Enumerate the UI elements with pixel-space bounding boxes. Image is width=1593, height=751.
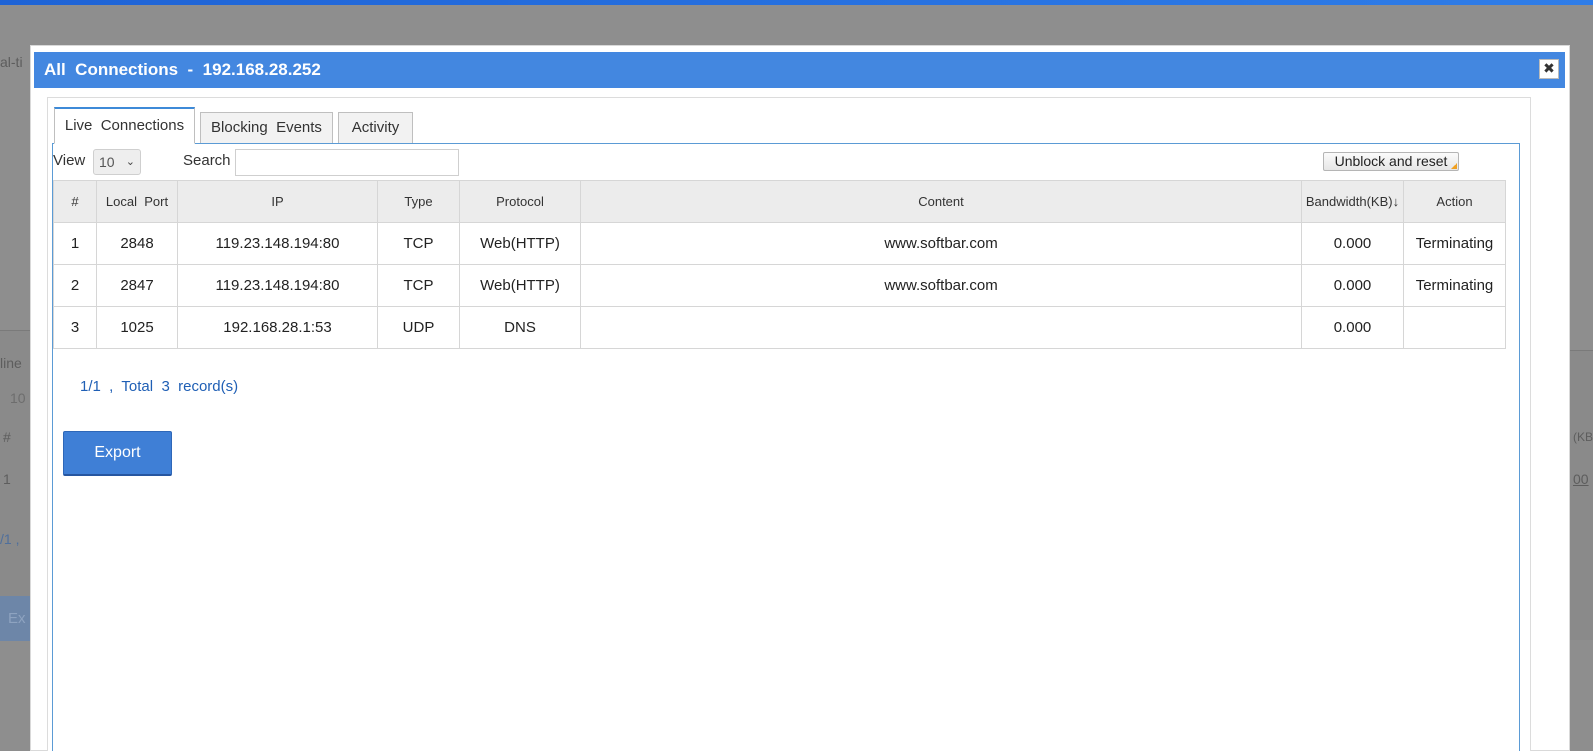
cell-local-port: 2847 <box>96 264 178 307</box>
dialog-title: All Connections - 192.168.28.252 <box>44 60 321 79</box>
cell-ip: 119.23.148.194:80 <box>177 222 378 265</box>
background-export-button: Ex <box>0 596 30 641</box>
column-header-bandwidth[interactable]: Bandwidth(KB)↓ <box>1301 180 1404 223</box>
cell-content <box>580 306 1302 349</box>
table-header-row: # Local Port IP Type Protocol Content Ba… <box>53 180 1506 223</box>
background-label: 10 <box>10 390 26 406</box>
resize-corner-icon <box>1451 163 1457 169</box>
column-header-ip[interactable]: IP <box>177 180 378 223</box>
background-label: 00 <box>1573 471 1589 487</box>
background-label: # <box>3 429 11 445</box>
table-row[interactable]: 2 2847 119.23.148.194:80 TCP Web(HTTP) w… <box>53 264 1506 307</box>
cell-bandwidth: 0.000 <box>1301 222 1404 265</box>
connections-dialog: All Connections - 192.168.28.252 ✖ Live … <box>30 45 1570 751</box>
cell-action <box>1403 306 1506 349</box>
cell-local-port: 1025 <box>96 306 178 349</box>
dialog-titlebar: All Connections - 192.168.28.252 ✖ <box>34 52 1565 88</box>
view-select-value: 10 <box>99 154 115 170</box>
search-input[interactable] <box>235 149 459 176</box>
cell-content: www.softbar.com <box>580 222 1302 265</box>
cell-type: TCP <box>377 222 460 265</box>
cell-local-port: 2848 <box>96 222 178 265</box>
background-label: /1 , <box>0 531 20 547</box>
column-header-content[interactable]: Content <box>580 180 1302 223</box>
view-label: View <box>53 152 86 169</box>
connections-table: # Local Port IP Type Protocol Content Ba… <box>53 180 1506 349</box>
column-header-type[interactable]: Type <box>377 180 460 223</box>
table-row[interactable]: 1 2848 119.23.148.194:80 TCP Web(HTTP) w… <box>53 222 1506 265</box>
unblock-and-reset-button[interactable]: Unblock and reset <box>1323 152 1459 171</box>
search-label: Search <box>183 152 231 169</box>
cell-protocol: DNS <box>459 306 581 349</box>
cell-protocol: Web(HTTP) <box>459 222 581 265</box>
cell-ip: 119.23.148.194:80 <box>177 264 378 307</box>
export-button[interactable]: Export <box>63 431 172 476</box>
cell-action: Terminating <box>1403 264 1506 307</box>
cell-protocol: Web(HTTP) <box>459 264 581 307</box>
background-label: (KB)↓ <box>1573 430 1593 444</box>
chevron-down-icon: ⌄ <box>125 156 135 168</box>
tab-live-connections[interactable]: Live Connections <box>54 107 195 144</box>
cell-content: www.softbar.com <box>580 264 1302 307</box>
cell-bandwidth: 0.000 <box>1301 264 1404 307</box>
column-header-action[interactable]: Action <box>1403 180 1506 223</box>
close-icon[interactable]: ✖ <box>1539 59 1559 79</box>
column-header-protocol[interactable]: Protocol <box>459 180 581 223</box>
unblock-button-label: Unblock and reset <box>1334 153 1448 169</box>
cell-action: Terminating <box>1403 222 1506 265</box>
cell-number: 1 <box>53 222 97 265</box>
cell-ip: 192.168.28.1:53 <box>177 306 378 349</box>
cell-type: TCP <box>377 264 460 307</box>
cell-bandwidth: 0.000 <box>1301 306 1404 349</box>
cell-number: 2 <box>53 264 97 307</box>
column-header-local-port[interactable]: Local Port <box>96 180 178 223</box>
tab-blocking-events[interactable]: Blocking Events <box>200 112 333 144</box>
table-row[interactable]: 3 1025 192.168.28.1:53 UDP DNS 0.000 <box>53 306 1506 349</box>
background-label: line <box>0 355 22 371</box>
background-panel-right <box>1570 350 1593 640</box>
column-header-number[interactable]: # <box>53 180 97 223</box>
cell-number: 3 <box>53 306 97 349</box>
view-select[interactable]: 10 ⌄ <box>93 149 141 175</box>
background-label: 1 <box>3 471 11 487</box>
cell-type: UDP <box>377 306 460 349</box>
tab-activity[interactable]: Activity <box>338 112 413 144</box>
pagination-info: 1/1 , Total 3 record(s) <box>80 378 239 395</box>
background-label: al-ti <box>0 54 23 70</box>
